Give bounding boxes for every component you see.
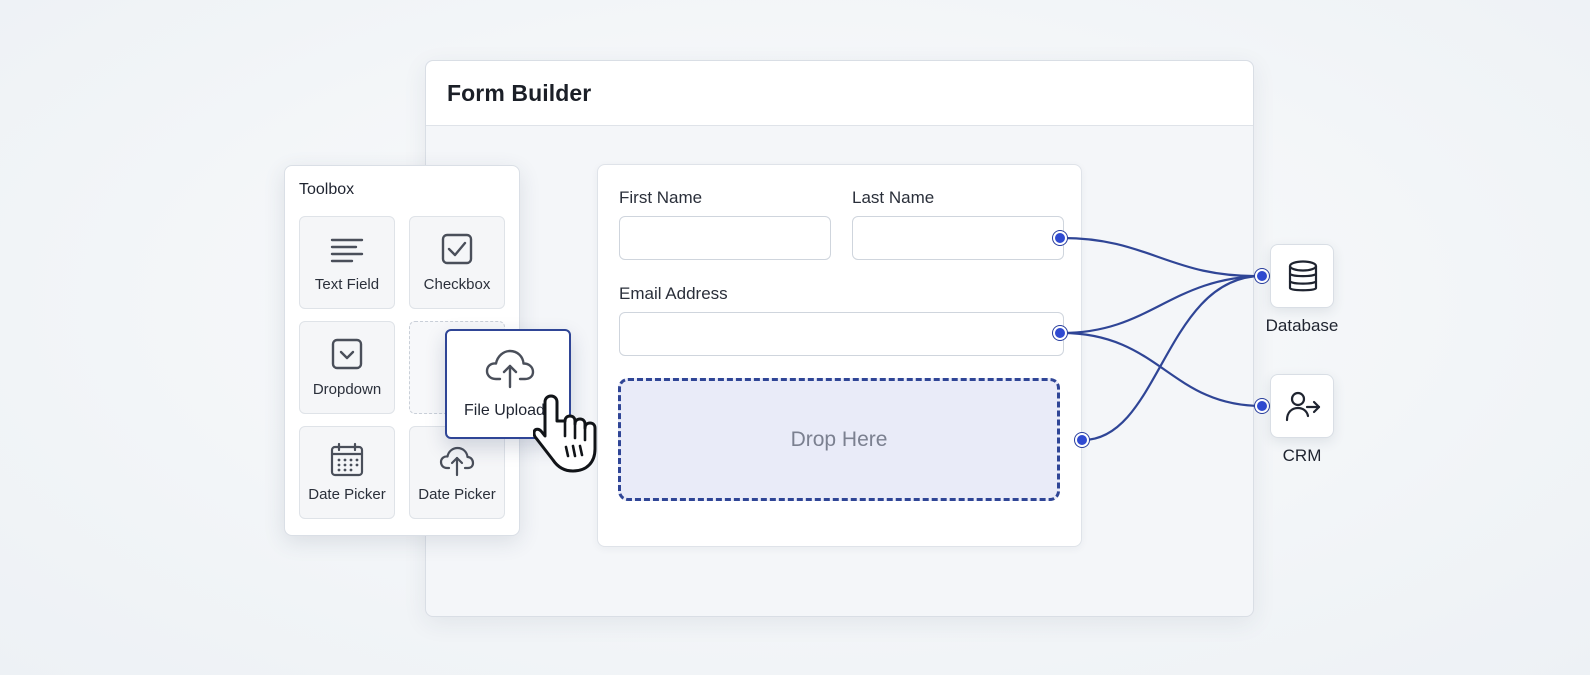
last-name-label: Last Name (852, 188, 935, 207)
database-node[interactable] (1270, 244, 1334, 308)
window-header: Form Builder (426, 61, 1253, 126)
crm-label: CRM (1282, 446, 1322, 465)
database-icon (1288, 260, 1318, 292)
hand-pointer-cursor-icon (533, 394, 597, 473)
email-input[interactable] (619, 312, 1064, 356)
tool-checkbox[interactable]: Checkbox (409, 216, 505, 309)
cloud-upload-icon (439, 446, 475, 477)
crm-node[interactable] (1270, 374, 1334, 438)
tool-date-picker-upload[interactable]: Date Picker (409, 426, 505, 519)
tool-label: Date Picker (308, 486, 386, 503)
tool-date-picker[interactable]: Date Picker (299, 426, 395, 519)
tool-label: Dropdown (312, 381, 382, 398)
tool-label: Text Field (314, 276, 380, 293)
checkbox-icon (441, 233, 473, 265)
email-label: Email Address (619, 284, 728, 303)
tool-text-field[interactable]: Text Field (299, 216, 395, 309)
last-name-input[interactable] (852, 216, 1064, 260)
cloud-upload-icon (485, 349, 535, 389)
last-name-port[interactable] (1053, 231, 1067, 245)
crm-user-arrow-icon (1285, 391, 1321, 422)
database-label: Database (1265, 316, 1339, 335)
tool-dropdown[interactable]: Dropdown (299, 321, 395, 414)
drop-zone-port[interactable] (1075, 433, 1089, 447)
tool-label: Checkbox (423, 276, 491, 293)
drop-zone[interactable]: Drop Here (618, 378, 1060, 501)
tool-label: Date Picker (418, 486, 496, 503)
email-port[interactable] (1053, 326, 1067, 340)
calendar-icon (330, 442, 364, 477)
text-lines-icon (330, 238, 364, 263)
dropdown-icon (331, 338, 363, 370)
first-name-input[interactable] (619, 216, 831, 260)
crm-port[interactable] (1255, 399, 1269, 413)
drop-zone-label: Drop Here (790, 427, 888, 451)
database-port[interactable] (1255, 269, 1269, 283)
toolbox-title: Toolbox (299, 181, 355, 198)
first-name-label: First Name (619, 188, 703, 207)
window-title: Form Builder (447, 80, 592, 106)
